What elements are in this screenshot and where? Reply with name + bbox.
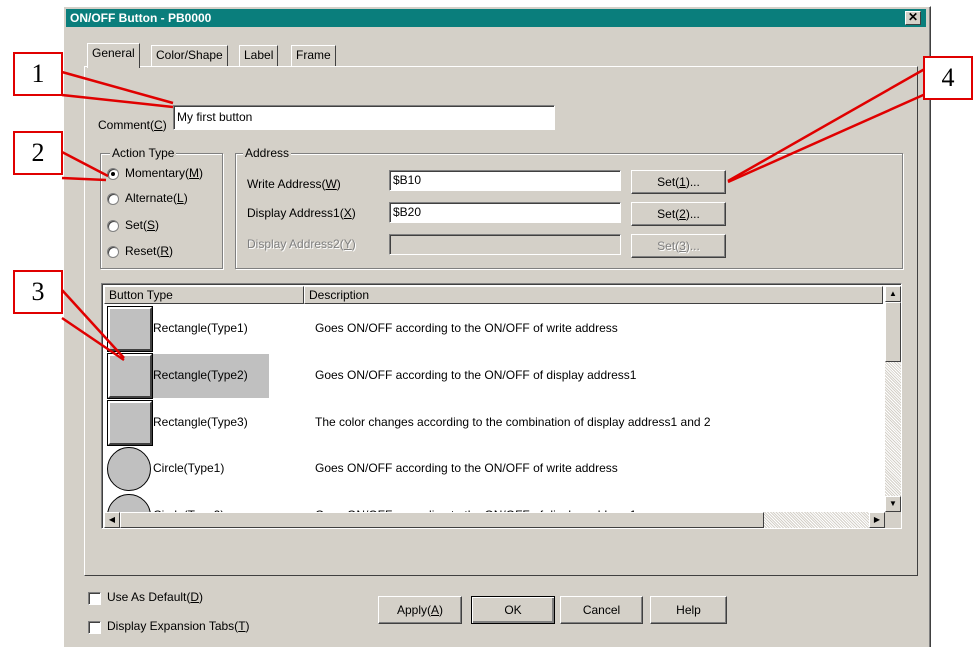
callout-3: 3: [13, 270, 63, 314]
callout-2-line: [61, 150, 109, 178]
callout-2: 2: [13, 131, 63, 175]
callout-4-line: [727, 90, 931, 184]
callout-2-line: [61, 176, 107, 182]
callout-4: 4: [923, 56, 973, 100]
tab-general[interactable]: General: [87, 43, 140, 68]
callout-lines: [61, 64, 931, 362]
callout-1: 1: [13, 52, 63, 96]
callout-1-line: [61, 70, 174, 105]
callout-1-line: [61, 93, 174, 109]
callout-4-line: [727, 64, 931, 183]
